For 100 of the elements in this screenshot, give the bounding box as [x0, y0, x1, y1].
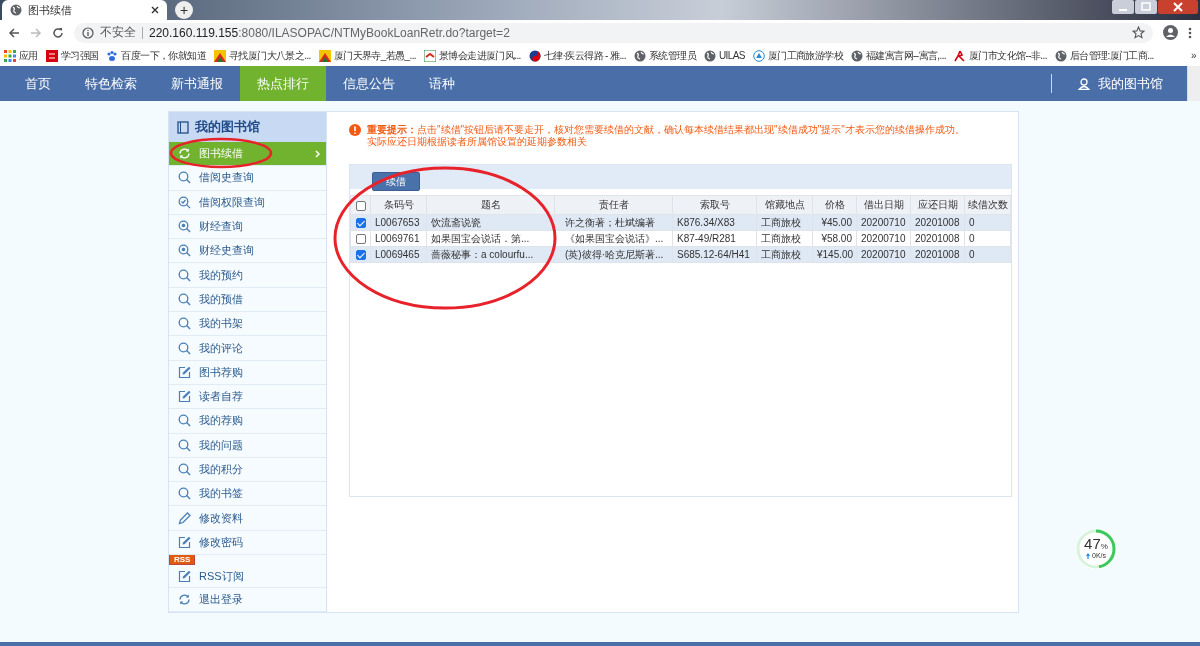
bookmark-item[interactable]: 七律·疾云得路 - 雅...: [528, 48, 626, 63]
column-header: 借出日期: [856, 195, 911, 215]
apps-grid-icon: [4, 49, 16, 62]
table-cell: 20200710: [856, 230, 911, 247]
bookmark-item[interactable]: 应用: [4, 48, 38, 63]
table-cell: 0: [964, 230, 1011, 247]
bookmark-item[interactable]: 后台管理:厦门工商...: [1054, 48, 1154, 63]
sidebar-item[interactable]: 我的积分: [169, 457, 326, 483]
sidebar-item[interactable]: 借阅史查询: [169, 166, 326, 191]
bookmark-item[interactable]: 厦门工商旅游学校: [752, 48, 844, 63]
magnifier-check-icon: [178, 195, 191, 209]
sidebar-item[interactable]: RSS订阅: [169, 565, 326, 589]
sidebar-item[interactable]: 我的评论: [169, 336, 326, 361]
edit-icon: [178, 390, 191, 404]
new-tab-button[interactable]: +: [175, 1, 193, 19]
account-icon[interactable]: [1163, 25, 1178, 40]
school-logo-icon: [752, 49, 765, 62]
back-arrow-icon[interactable]: [8, 26, 20, 39]
edit-icon: [178, 365, 191, 379]
bookmark-item[interactable]: 福建寓言网--寓言,...: [851, 48, 947, 63]
bookmark-item[interactable]: 厦门市文化馆--非...: [954, 48, 1047, 63]
url-text: 220.160.119.155:8080/ILASOPAC/NTMyBookLoanRetr.do?target=2: [149, 25, 510, 40]
bookmark-item[interactable]: 厦门天界寺_若愚_...: [318, 48, 417, 63]
nav-tab[interactable]: 特色检索: [68, 66, 154, 101]
sidebar-item[interactable]: 修改资料: [169, 506, 326, 531]
refresh-icon: [178, 593, 191, 607]
sidebar-item[interactable]: 读者自荐: [169, 384, 326, 410]
browser-tab[interactable]: 图书续借: [2, 0, 167, 20]
table-cell: L0069761: [370, 230, 427, 247]
sidebar-item[interactable]: 我的书签: [169, 482, 326, 507]
bookmark-item[interactable]: 百度一下，你就知道: [106, 48, 207, 63]
sidebar-item[interactable]: 借阅权限查询: [169, 190, 326, 215]
table-cell: 工商旅校: [756, 230, 813, 247]
search-icon: [178, 268, 191, 282]
column-header: 价格: [812, 195, 857, 215]
globe-icon: [10, 4, 22, 16]
reload-icon[interactable]: [52, 26, 64, 39]
scrollbar[interactable]: [1187, 66, 1200, 101]
close-window-icon[interactable]: [1158, 0, 1198, 14]
search-icon: [178, 463, 191, 476]
logo-icon: [45, 49, 58, 62]
chevron-icon: [315, 147, 320, 160]
row-checkbox[interactable]: [355, 234, 366, 245]
rss-badge: RSS: [169, 554, 196, 566]
column-header: 条码号: [370, 195, 427, 215]
table-cell: K87-49/R281: [672, 230, 757, 247]
paw-icon: [106, 49, 119, 62]
address-bar[interactable]: 不安全 220.160.119.155:8080/ILASOPAC/NTMyBookLoanRetr.do?target=2: [74, 22, 1153, 43]
close-icon[interactable]: [151, 6, 159, 14]
notice-text: 重要提示：点击"续借"按钮后请不要走开，核对您需要续借的文献，确认每本续借结果都出现"续借成功"提示"才表示您的续借操作成功。: [367, 124, 965, 136]
globe-icon: [1054, 49, 1067, 62]
star-icon[interactable]: [1132, 26, 1145, 39]
bookmark-item[interactable]: 学习强国: [45, 48, 99, 63]
warning-icon: [349, 124, 361, 136]
book-icon: [177, 120, 189, 134]
search-icon: [178, 487, 191, 501]
column-header: 应还日期: [910, 195, 965, 215]
edit-icon: [178, 569, 191, 583]
progress-ring: [1075, 528, 1117, 570]
row-checkbox[interactable]: [355, 218, 366, 229]
user-icon: [1078, 77, 1090, 90]
bookmark-item[interactable]: 系统管理员: [633, 48, 696, 63]
sidebar-item[interactable]: 财经查询: [169, 214, 326, 240]
logo-icon: [424, 49, 437, 62]
search-icon: [178, 292, 191, 306]
colorful-logo-icon: [318, 49, 331, 62]
sidebar-item[interactable]: 退出登录: [169, 588, 326, 613]
sidebar-item[interactable]: 我的预约: [169, 263, 326, 288]
column-header: 馆藏地点: [756, 195, 813, 215]
nav-tab[interactable]: 首页: [8, 66, 68, 101]
search-icon: [178, 438, 191, 452]
search-icon: [178, 317, 191, 331]
bookmark-item[interactable]: UILAS: [703, 49, 745, 62]
colorful-logo-icon: [214, 49, 227, 62]
sidebar-item[interactable]: 我的问题: [169, 433, 326, 458]
nav-tab[interactable]: 语种: [412, 66, 472, 101]
search-icon: [178, 341, 191, 355]
column-header: 索取号: [672, 195, 757, 215]
globe-icon: [851, 49, 864, 62]
info-icon: [82, 26, 94, 39]
sidebar-item[interactable]: 我的预借: [169, 287, 326, 313]
select-all-checkbox[interactable]: [355, 200, 366, 211]
sidebar-title: 我的图书馆: [195, 118, 260, 136]
bookmarks-overflow-button[interactable]: »: [1191, 50, 1196, 61]
search-icon: [178, 414, 191, 428]
nav-tab[interactable]: 信息公告: [326, 66, 412, 101]
edit-icon: [178, 535, 191, 549]
percent-text: 47%: [1083, 535, 1109, 552]
sidebar-item[interactable]: 财经史查询: [169, 239, 326, 264]
bookmark-item[interactable]: 寻找厦门大八景之...: [214, 48, 311, 63]
column-header: 责任者: [554, 195, 673, 215]
nav-tab[interactable]: 新书通报: [154, 66, 240, 101]
sidebar-item[interactable]: 我的书架: [169, 312, 326, 337]
menu-icon[interactable]: [1188, 26, 1192, 39]
globe-icon: [703, 49, 716, 62]
row-checkbox[interactable]: [355, 250, 366, 261]
sidebar-item[interactable]: 我的荐购: [169, 409, 326, 434]
sidebar-item[interactable]: 图书荐购: [169, 360, 326, 385]
bookmark-item[interactable]: 景博会走进厦门风...: [424, 48, 521, 63]
swirl-logo-icon: [528, 49, 541, 62]
